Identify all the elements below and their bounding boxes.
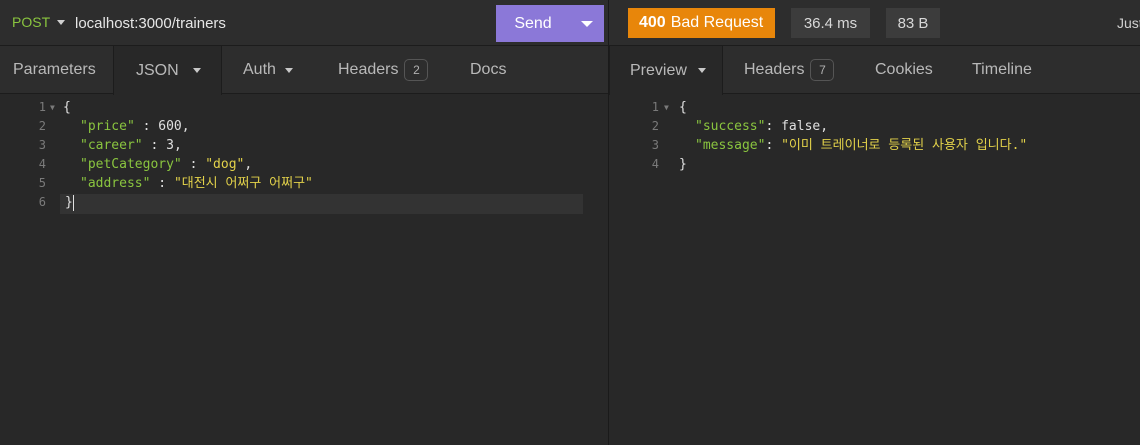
response-time: 36.4 ms (791, 8, 870, 38)
json-sep: : (765, 119, 782, 134)
line-number: 5 (38, 176, 46, 190)
headers-count-badge: 2 (404, 59, 429, 81)
code-line: "price" : 600, (80, 117, 190, 136)
code-line: "address" : "대전시 어쩌구 어쩌구" (80, 174, 313, 193)
line-number: 1 (651, 100, 659, 114)
tab-timeline[interactable]: Timeline (972, 46, 1032, 94)
send-button[interactable]: Send (496, 5, 604, 42)
response-body-viewer[interactable]: 1 ▼ 2 3 4 { "success": false, "message":… (609, 98, 1140, 445)
json-key: "career" (80, 138, 143, 153)
app-window: POST Send Parameters JSON Auth (0, 0, 1140, 445)
code-line: } (679, 155, 687, 174)
json-key: "price" (80, 119, 135, 134)
tab-headers[interactable]: Headers 2 (338, 46, 429, 94)
tab-label: Headers (744, 61, 805, 78)
fold-arrow-icon[interactable]: ▼ (664, 98, 669, 117)
json-trail: , (181, 119, 190, 134)
tab-label: Docs (470, 61, 507, 78)
status-text: Bad Request (670, 14, 764, 31)
tab-preview[interactable]: Preview (609, 46, 723, 95)
method-selector[interactable]: POST (12, 14, 66, 30)
tab-parameters[interactable]: Parameters (13, 46, 96, 94)
tab-json[interactable]: JSON (113, 46, 222, 95)
headers-count-badge: 7 (810, 59, 835, 81)
line-number: 4 (651, 157, 659, 171)
request-tabs: Parameters JSON Auth Headers 2 Docs (0, 46, 608, 95)
line-number: 4 (38, 157, 46, 171)
json-key: "petCategory" (80, 157, 182, 172)
json-trail: , (244, 157, 253, 172)
status-code: 400 (639, 14, 666, 31)
json-value: "이미 트레이너로 등록된 사용자 입니다." (781, 138, 1028, 153)
brace-close: } (65, 195, 73, 210)
tab-label: JSON (136, 61, 179, 79)
caret-down-icon (697, 68, 706, 73)
text-cursor (72, 194, 74, 211)
caret-down-icon (57, 19, 66, 25)
code-line: "petCategory" : "dog", (80, 155, 252, 174)
tab-response-headers[interactable]: Headers 7 (744, 46, 835, 94)
caret-down-icon (581, 20, 593, 27)
tab-label: Timeline (972, 61, 1032, 78)
json-value: 600 (158, 119, 182, 134)
code-line: "success": false, (695, 117, 828, 136)
json-sep: : (134, 119, 159, 134)
code-line: { (679, 98, 687, 117)
json-value: "dog" (205, 157, 245, 172)
brace-open: { (679, 100, 687, 115)
request-pane: POST Send Parameters JSON Auth (0, 0, 608, 445)
code-line: } (65, 193, 74, 212)
json-key: "message" (695, 138, 766, 153)
url-input[interactable] (75, 13, 475, 33)
caret-down-icon (284, 67, 293, 73)
tab-label: Cookies (875, 61, 933, 78)
request-body-editor[interactable]: 1 ▼ 2 3 4 5 6 { "price" : 600, "career" … (0, 98, 608, 445)
json-sep: : (765, 138, 782, 153)
json-trail: , (173, 138, 182, 153)
send-label: Send (514, 14, 552, 32)
json-sep: : (150, 176, 174, 191)
line-number: 2 (651, 119, 659, 133)
status-badge: 400 Bad Request (628, 8, 775, 38)
code-line: "career" : 3, (80, 136, 182, 155)
line-number: 3 (38, 138, 46, 152)
code-line: "message": "이미 트레이너로 등록된 사용자 입니다." (695, 136, 1027, 155)
line-number: 6 (38, 195, 46, 209)
response-pane: 400 Bad Request 36.4 ms 83 B Just Now Pr… (609, 0, 1140, 445)
tab-docs[interactable]: Docs (470, 46, 506, 94)
url-bar: POST Send (0, 0, 608, 46)
brace-close: } (679, 157, 687, 172)
json-sep: : (181, 157, 206, 172)
line-number: 1 (38, 100, 46, 114)
line-number: 3 (651, 138, 659, 152)
json-key: "address" (80, 176, 151, 191)
method-label: POST (12, 14, 51, 30)
caret-down-icon (192, 68, 201, 73)
json-key: "success" (695, 119, 766, 134)
fold-arrow-icon[interactable]: ▼ (50, 98, 55, 117)
code-line: { (63, 98, 71, 117)
response-size: 83 B (886, 8, 940, 38)
line-number: 2 (38, 119, 46, 133)
send-options-button[interactable] (570, 5, 604, 42)
response-tabs: Preview Headers 7 Cookies Timeline (609, 46, 1140, 95)
response-timestamp: Just Now (1117, 15, 1140, 31)
json-value: "대전시 어쩌구 어쩌구" (173, 176, 313, 191)
tab-label: Parameters (13, 61, 96, 78)
brace-open: { (63, 100, 71, 115)
tab-label: Auth (243, 61, 276, 78)
json-value: 3 (166, 138, 174, 153)
tab-label: Preview (630, 61, 687, 79)
tab-auth[interactable]: Auth (243, 46, 293, 94)
response-status-bar: 400 Bad Request 36.4 ms 83 B Just Now (609, 0, 1140, 46)
tab-cookies[interactable]: Cookies (875, 46, 933, 94)
json-trail: , (820, 119, 829, 134)
json-sep: : (142, 138, 167, 153)
json-value: false (781, 119, 821, 134)
tab-label: Headers (338, 61, 399, 78)
